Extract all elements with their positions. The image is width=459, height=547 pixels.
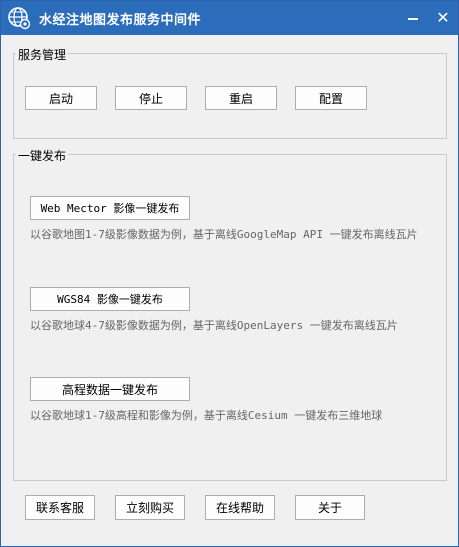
elevation-publish-button[interactable]: 高程数据一键发布 bbox=[30, 377, 190, 401]
buy-now-button[interactable]: 立刻购买 bbox=[115, 495, 185, 520]
globe-gear-icon bbox=[8, 7, 31, 30]
web-mercator-description: 以谷歌地图1-7级影像数据为例，基于离线GoogleMap API 一键发布离线… bbox=[30, 228, 418, 241]
minimize-button[interactable] bbox=[399, 5, 427, 31]
start-button[interactable]: 启动 bbox=[25, 86, 97, 110]
contact-support-button[interactable]: 联系客服 bbox=[25, 495, 95, 520]
app-window: 水经注地图发布服务中间件 ✕ 服务管理 启动 停止 重启 配置 一键发布 Web… bbox=[0, 0, 459, 547]
elevation-description: 以谷歌地球1-7级高程和影像为例，基于离线Cesium 一键发布三维地球 bbox=[30, 409, 383, 422]
minimize-icon bbox=[408, 18, 418, 20]
web-mercator-publish-button[interactable]: Web Mector 影像一键发布 bbox=[30, 196, 190, 220]
wgs84-description: 以谷歌地球4-7级影像数据为例，基于离线OpenLayers 一键发布离线瓦片 bbox=[30, 319, 398, 332]
config-button[interactable]: 配置 bbox=[295, 86, 367, 110]
online-help-button[interactable]: 在线帮助 bbox=[205, 495, 275, 520]
close-icon: ✕ bbox=[436, 8, 450, 27]
restart-button[interactable]: 重启 bbox=[205, 86, 277, 110]
stop-button[interactable]: 停止 bbox=[115, 86, 187, 110]
title-bar[interactable]: 水经注地图发布服务中间件 ✕ bbox=[1, 1, 458, 35]
close-button[interactable]: ✕ bbox=[429, 5, 457, 31]
one-click-publish-label: 一键发布 bbox=[16, 147, 69, 164]
window-title: 水经注地图发布服务中间件 bbox=[39, 13, 202, 28]
wgs84-publish-button[interactable]: WGS84 影像一键发布 bbox=[30, 287, 190, 311]
about-button[interactable]: 关于 bbox=[295, 495, 365, 520]
service-management-label: 服务管理 bbox=[16, 46, 69, 63]
